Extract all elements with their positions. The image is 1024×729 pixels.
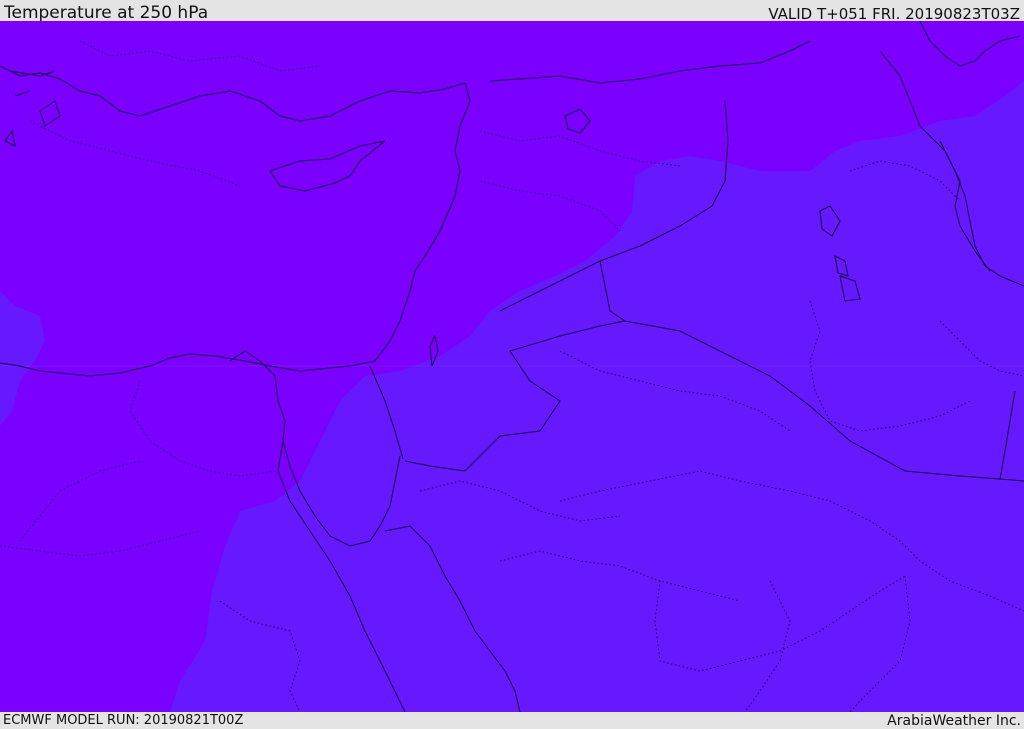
model-run-label: ECMWF MODEL RUN: 20190821T00Z — [3, 713, 244, 728]
map-canvas — [0, 21, 1024, 712]
header-bar: Temperature at 250 hPa VALID T+051 FRI. … — [0, 0, 1024, 23]
footer-bar: ECMWF MODEL RUN: 20190821T00Z ArabiaWeat… — [0, 712, 1024, 729]
weather-map[interactable] — [0, 21, 1024, 712]
credit-label: ArabiaWeather Inc. — [887, 713, 1021, 729]
map-title: Temperature at 250 hPa — [4, 3, 209, 23]
